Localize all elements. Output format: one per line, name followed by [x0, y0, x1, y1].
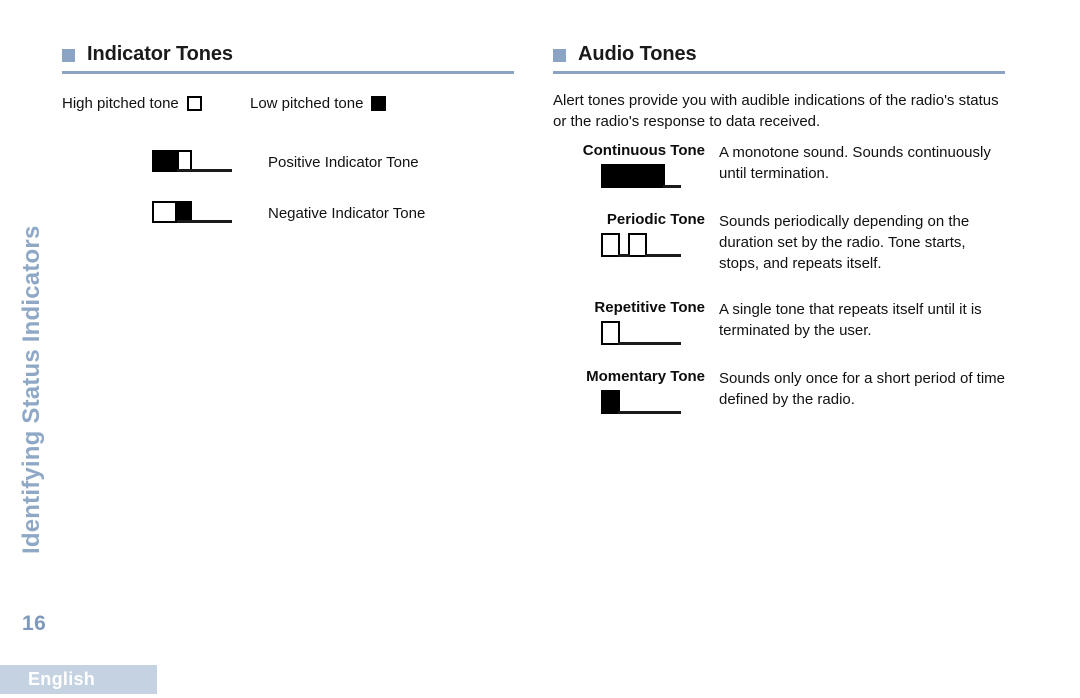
audio-tones-heading-text: Audio Tones	[578, 42, 697, 65]
legend-low-pitched-label: Low pitched tone	[250, 95, 364, 112]
legend-high-pitched-label: High pitched tone	[62, 95, 179, 112]
repetitive-tone-description: A single tone that repeats itself until …	[719, 301, 982, 339]
indicator-tones-heading: Indicator Tones	[62, 40, 514, 68]
positive-indicator-tone-label: Positive Indicator Tone	[268, 154, 419, 171]
page-number: 16	[22, 612, 47, 635]
audio-tones-divider	[553, 71, 1005, 74]
indicator-tones-divider	[62, 71, 514, 74]
momentary-tone-waveform-icon	[601, 390, 706, 420]
language-bar: English	[0, 665, 157, 694]
positive-indicator-tone-waveform-icon	[152, 148, 237, 182]
indicator-row-negative: Negative Indicator Tone	[62, 199, 514, 239]
negative-indicator-tone-label: Negative Indicator Tone	[268, 205, 426, 222]
square-bullet-icon	[62, 48, 75, 62]
periodic-tone-name: Periodic Tone	[606, 211, 705, 228]
language-label: English	[28, 669, 96, 689]
pitch-legend: High pitched tone Low pitched tone	[62, 95, 514, 117]
momentary-tone-description: Sounds only once for a short period of t…	[719, 370, 1005, 408]
repetitive-tone-waveform-icon	[601, 321, 706, 351]
section-audio-tones: Audio Tones Alert tones provide you with…	[553, 40, 1005, 414]
indicator-row-positive: Positive Indicator Tone	[62, 148, 514, 188]
legend-low-pitched-tone: Low pitched tone	[250, 95, 387, 112]
square-bullet-icon	[553, 48, 566, 62]
periodic-tone-description: Sounds periodically depending on the dur…	[719, 213, 970, 272]
momentary-tone-name: Momentary Tone	[586, 368, 705, 385]
chapter-rail: Identifying Status Indicators 16 English	[0, 0, 157, 698]
continuous-tone-waveform-icon	[601, 164, 706, 194]
audio-tones-heading: Audio Tones	[553, 40, 1005, 68]
periodic-tone-waveform-icon	[601, 233, 706, 263]
hollow-square-icon	[186, 96, 202, 111]
manual-page: Identifying Status Indicators 16 English…	[0, 0, 1080, 698]
indicator-tones-heading-text: Indicator Tones	[87, 42, 233, 65]
solid-square-icon	[371, 96, 387, 111]
continuous-tone-name: Continuous Tone	[582, 142, 705, 159]
negative-indicator-tone-waveform-icon	[152, 199, 237, 233]
audio-tones-intro: Alert tones provide you with audible ind…	[553, 92, 999, 130]
chapter-title: Identifying Status Indicators	[18, 225, 45, 555]
continuous-tone-description: A monotone sound. Sounds continuously un…	[719, 144, 991, 182]
section-indicator-tones: Indicator Tones High pitched tone Low pi…	[62, 40, 514, 223]
repetitive-tone-name: Repetitive Tone	[594, 299, 705, 316]
legend-high-pitched-tone: High pitched tone	[62, 95, 202, 112]
